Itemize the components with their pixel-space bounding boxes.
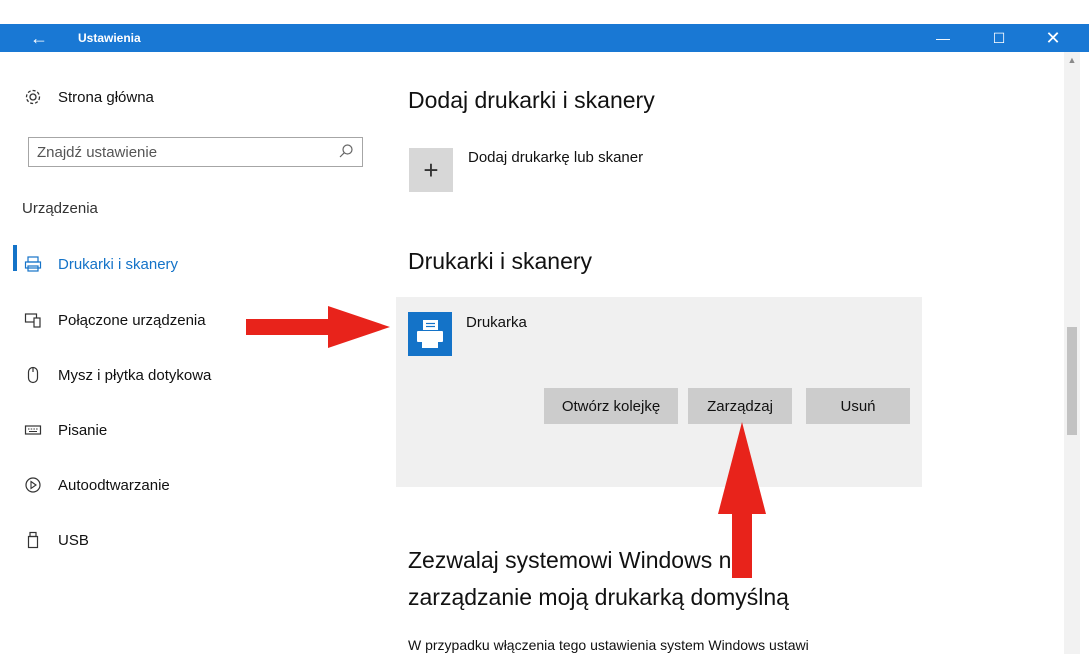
search-box[interactable] xyxy=(28,137,363,167)
maximize-button[interactable]: ☐ xyxy=(976,24,1022,52)
title-bar: ← Ustawienia — ☐ ✕ xyxy=(0,0,1089,52)
remove-button[interactable]: Usuń xyxy=(806,388,910,424)
sidebar-item-label: USB xyxy=(58,531,89,549)
sidebar-item-typing[interactable]: Pisanie xyxy=(22,415,107,445)
red-arrow-up xyxy=(718,422,766,578)
search-input[interactable] xyxy=(29,138,335,166)
sidebar-item-label: Połączone urządzenia xyxy=(58,311,206,329)
sidebar-item-label: Pisanie xyxy=(58,421,108,439)
minimize-icon: — xyxy=(936,30,950,46)
sidebar-item-connected-devices[interactable]: Połączone urządzenia xyxy=(22,305,206,335)
gear-icon xyxy=(22,86,44,108)
plus-icon: + xyxy=(423,155,439,185)
printer-card[interactable]: Drukarka Otwórz kolejkę Zarządzaj Usuń xyxy=(396,297,922,487)
add-printer-label[interactable]: Dodaj drukarkę lub skaner xyxy=(468,149,643,166)
home-label: Strona główna xyxy=(58,88,154,106)
sidebar-item-label: Mysz i płytka dotykowa xyxy=(58,366,212,384)
autoplay-icon xyxy=(22,474,44,496)
close-icon: ✕ xyxy=(1045,28,1061,48)
printers-list-heading: Drukarki i skanery xyxy=(408,248,593,274)
section-label: Urządzenia xyxy=(22,200,98,217)
back-button[interactable]: ← xyxy=(22,24,56,52)
vertical-scrollbar[interactable]: ▲ xyxy=(1064,52,1080,654)
open-queue-button[interactable]: Otwórz kolejkę xyxy=(544,388,678,424)
default-printer-heading-line1: Zezwalaj systemowi Windows na xyxy=(408,547,745,573)
default-printer-description: W przypadku włączenia tego ustawienia sy… xyxy=(408,637,809,653)
home-link[interactable]: Strona główna xyxy=(22,82,154,112)
connected-devices-icon xyxy=(22,309,44,331)
sidebar-item-mouse[interactable]: Mysz i płytka dotykowa xyxy=(22,360,211,390)
maximize-icon: ☐ xyxy=(992,30,1006,46)
default-printer-heading-line2: zarządzanie moją drukarką domyślną xyxy=(408,584,789,610)
keyboard-icon xyxy=(22,419,44,441)
printer-device-icon xyxy=(408,312,452,356)
red-arrow-right xyxy=(246,306,390,348)
active-indicator xyxy=(13,245,17,271)
usb-icon xyxy=(22,529,44,551)
minimize-button[interactable]: — xyxy=(920,24,966,52)
printer-icon xyxy=(22,253,44,275)
mouse-icon xyxy=(22,364,44,386)
printer-name: Drukarka xyxy=(466,314,527,331)
add-printer-button[interactable]: + xyxy=(409,148,453,192)
sidebar-item-usb[interactable]: USB xyxy=(22,525,89,555)
default-printer-heading: Zezwalaj systemowi Windows na zarządzani… xyxy=(408,542,968,616)
scroll-up-icon[interactable]: ▲ xyxy=(1064,52,1080,68)
scroll-thumb[interactable] xyxy=(1067,327,1077,435)
window-title: Ustawienia xyxy=(78,31,141,45)
sidebar-item-label: Autoodtwarzanie xyxy=(58,476,170,494)
sidebar-item-autoplay[interactable]: Autoodtwarzanie xyxy=(22,470,170,500)
sidebar-item-label: Drukarki i skanery xyxy=(58,255,179,273)
close-button[interactable]: ✕ xyxy=(1030,24,1076,52)
back-arrow-icon: ← xyxy=(30,28,48,48)
search-icon xyxy=(338,143,354,159)
add-printers-heading: Dodaj drukarki i skanery xyxy=(408,87,655,113)
title-bar-strip: ← Ustawienia — ☐ ✕ xyxy=(0,24,1089,52)
sidebar-item-printers[interactable]: Drukarki i skanery xyxy=(22,249,178,279)
